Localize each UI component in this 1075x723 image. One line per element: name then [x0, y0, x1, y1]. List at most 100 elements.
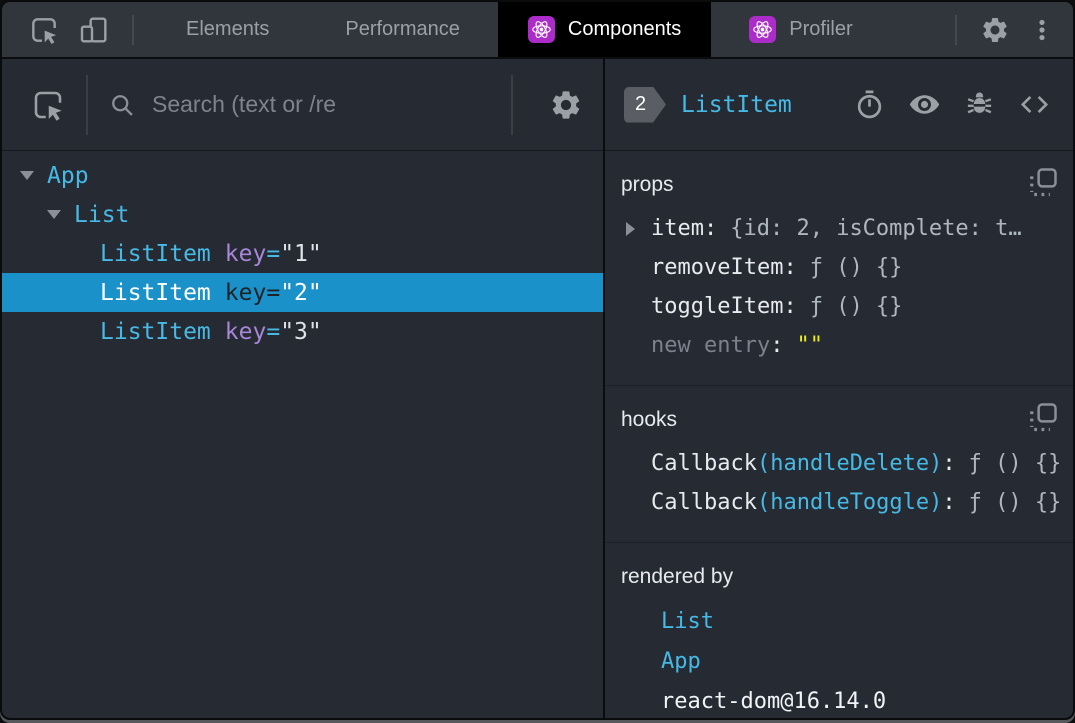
prop-row-removeitem[interactable]: removeItem: ƒ () {} [621, 248, 1057, 287]
prop-row-item[interactable]: item: {id: 2, isComplete: t… [621, 209, 1057, 248]
renderer-version: react-dom@16.14.0 [661, 688, 887, 714]
colon: : [783, 294, 797, 319]
colon: : [942, 490, 956, 515]
copy-hooks-icon[interactable] [1028, 402, 1058, 432]
equals-sign: = [266, 318, 281, 345]
key-attr: key [224, 240, 267, 267]
react-logo-icon [527, 16, 555, 43]
hook-row-handletoggle[interactable]: Callback(handleToggle): ƒ () {} [621, 483, 1061, 522]
prop-row-toggleitem[interactable]: toggleItem: ƒ () {} [621, 287, 1057, 326]
view-source-code-icon[interactable] [1018, 88, 1051, 121]
key-attr: key [224, 279, 267, 306]
topbar-controls [941, 2, 1073, 57]
key-attr: key [224, 318, 267, 345]
log-to-console-bug-icon[interactable] [964, 89, 995, 120]
key-value: "3" [280, 318, 322, 345]
tab-label: Elements [186, 18, 270, 40]
expand-prop-icon[interactable] [626, 221, 635, 236]
prop-value: ƒ () {} [809, 294, 903, 319]
colon: : [703, 216, 718, 241]
select-element-icon[interactable] [30, 87, 66, 123]
prop-value: {id: 2, isComplete: t… [730, 216, 1022, 241]
colon: : [783, 255, 797, 280]
toolbar-divider [511, 74, 513, 135]
inspect-element-icon[interactable] [22, 2, 66, 57]
prop-name: item [651, 216, 704, 241]
inspected-actions [854, 88, 1051, 121]
tab-performance[interactable]: Performance [307, 2, 498, 57]
key-value: "1" [280, 240, 322, 267]
rendered-by-title: rendered by [621, 565, 734, 588]
new-entry-name: new entry [651, 333, 771, 358]
hooks-title: hooks [621, 408, 678, 431]
rendered-by-app[interactable]: App [621, 641, 1057, 681]
toolbar-divider [132, 14, 134, 45]
hook-row-handledelete[interactable]: Callback(handleDelete): ƒ () {} [621, 444, 1061, 483]
owner-link[interactable]: App [661, 649, 701, 674]
badge-count: 2 [635, 93, 647, 115]
close-paren: ) [929, 490, 943, 515]
inspected-component-panel: 2 ListItem props item: {id: 2, isComple… [605, 59, 1073, 718]
key-value: "2" [280, 279, 322, 306]
new-entry-value[interactable]: "" [796, 333, 823, 358]
device-toolbar-icon[interactable] [70, 2, 118, 57]
tab-components[interactable]: Components [497, 2, 712, 57]
main-split: App List ListItemkey="1" ListItemkey="2"… [2, 59, 1073, 718]
rendered-by-list[interactable]: List [621, 601, 1057, 641]
rendered-by-react-dom: react-dom@16.14.0 [621, 681, 1057, 718]
toolbar-divider [86, 74, 88, 135]
component-tree: App List ListItem key = "1" ListItem key = "2"… [2, 151, 603, 351]
component-name: ListItem [100, 318, 211, 345]
copy-props-icon[interactable] [1028, 167, 1058, 197]
tab-profiler[interactable]: Profiler [711, 2, 890, 57]
props-title: props [621, 173, 674, 196]
hook-name: handleDelete [770, 451, 930, 476]
tree-row-listitem-1[interactable]: ListItem key = "1" [2, 234, 603, 273]
tree-toolbar [2, 59, 603, 151]
hook-name: handleToggle [770, 490, 930, 515]
expander-arrow-icon[interactable] [20, 171, 47, 180]
component-name: App [47, 162, 89, 189]
component-name: ListItem [100, 240, 211, 267]
equals-sign: = [266, 240, 281, 267]
suspend-timer-icon[interactable] [854, 89, 885, 120]
prop-name: removeItem [651, 255, 784, 280]
components-tree-panel: App List ListItemkey="1" ListItemkey="2"… [2, 59, 605, 718]
hooks-section: hooks Callback(handleDelete): ƒ () {} Cal… [605, 385, 1073, 542]
hook-type: Callback [651, 451, 757, 476]
tree-row-list[interactable]: List [2, 195, 603, 234]
devtools-window: Elements Performance Components Profiler… [0, 0, 1075, 720]
prop-row-new-entry[interactable]: new entry: "" [621, 326, 1057, 365]
colon: : [770, 333, 784, 358]
open-paren: ( [756, 490, 771, 515]
props-section: props item: {id: 2, isComplete: t… remov… [605, 151, 1073, 385]
tree-settings-gear-icon[interactable] [549, 88, 583, 122]
colon: : [942, 451, 956, 476]
inspect-dom-eye-icon[interactable] [908, 88, 941, 121]
tree-row-app[interactable]: App [2, 156, 603, 195]
settings-gear-icon[interactable] [971, 15, 1019, 45]
inspected-sections: props item: {id: 2, isComplete: t… remov… [605, 151, 1073, 718]
inspected-component-name: ListItem [681, 91, 792, 118]
react-logo-icon [749, 16, 777, 43]
search-icon [112, 94, 133, 116]
hook-value: ƒ () {} [968, 490, 1062, 515]
tree-row-listitem-2-selected[interactable]: ListItem key = "2" [2, 273, 603, 312]
prop-name: toggleItem [651, 294, 784, 319]
search-area [108, 91, 491, 119]
tab-label: Performance [345, 18, 460, 40]
hook-value: ƒ () {} [968, 451, 1062, 476]
expander-arrow-icon[interactable] [47, 210, 74, 219]
search-input[interactable] [152, 91, 482, 118]
tab-elements[interactable]: Elements [148, 2, 307, 57]
tree-row-listitem-3[interactable]: ListItem key = "3" [2, 312, 603, 351]
tab-label: Components [567, 18, 682, 40]
owner-link[interactable]: List [661, 609, 714, 634]
rendered-by-section: rendered by List App react-dom@16.14.0 [605, 542, 1073, 718]
toolbar-divider [955, 14, 957, 45]
owners-stack-badge: 2 [624, 87, 666, 123]
component-name: List [74, 201, 130, 228]
kebab-menu-icon[interactable] [1019, 15, 1065, 45]
prop-value: ƒ () {} [809, 255, 903, 280]
equals-sign: = [266, 279, 281, 306]
